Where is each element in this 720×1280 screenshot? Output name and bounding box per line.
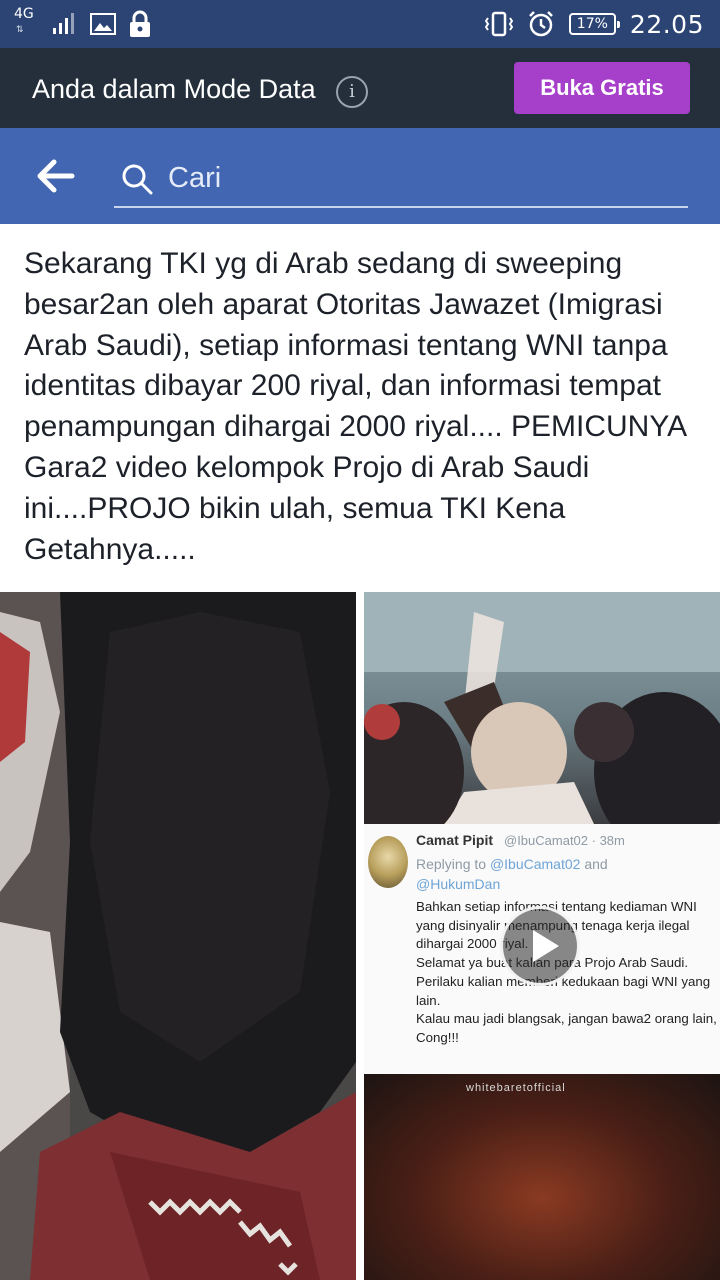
tweet-reply-and: and [584, 856, 608, 872]
crowd-scene [364, 592, 720, 852]
tweet-avatar [368, 836, 408, 888]
lock-icon [130, 10, 150, 37]
search-box[interactable] [114, 154, 688, 208]
image-notification-icon [90, 13, 116, 35]
back-arrow-icon[interactable] [36, 158, 76, 194]
tweet-reply-line: Replying to @IbuCamat02 and @HukumDan [416, 854, 716, 894]
watermark-text: whitebaretofficial [466, 1082, 566, 1094]
tweet-reply-handle-1: @IbuCamat02 [489, 856, 581, 872]
post-image-left[interactable] [0, 592, 356, 1280]
play-icon[interactable] [500, 906, 580, 986]
status-bar: 4G ⇅ 17% 22.05 [0, 0, 720, 48]
network-indicator: 4G ⇅ [14, 6, 40, 40]
search-icon [122, 164, 153, 195]
data-arrows-icon: ⇅ [16, 25, 25, 35]
battery-indicator: 17% [568, 13, 621, 35]
video-still-top [364, 592, 720, 852]
tweet-reply-handle-2: @HukumDan [416, 876, 501, 892]
data-mode-banner: Anda dalam Mode Data i Buka Gratis [0, 48, 720, 128]
tweet-reply-prefix: Replying to [416, 856, 487, 872]
info-icon[interactable]: i [336, 76, 368, 108]
alarm-icon [528, 11, 553, 37]
post-image-right[interactable]: Camat Pipit @IbuCamat02 · 38m Replying t… [364, 592, 720, 1280]
data-mode-text: Anda dalam Mode Data [32, 74, 316, 104]
search-header [0, 128, 720, 224]
post-text: Sekarang TKI yg di Arab sedang di sweepi… [24, 247, 686, 566]
video-still-bottom: whitebaretofficial [364, 1074, 720, 1280]
free-mode-button[interactable]: Buka Gratis [514, 62, 690, 114]
vibrate-icon [484, 11, 513, 37]
signal-icon [53, 13, 74, 34]
search-input[interactable] [168, 158, 668, 198]
tweet-handle: @IbuCamat02 · 38m [504, 833, 625, 848]
clock: 22.05 [629, 9, 704, 39]
network-type: 4G [14, 6, 34, 22]
tweet-author-name: Camat Pipit [416, 832, 494, 848]
video-still-left [0, 592, 356, 1280]
